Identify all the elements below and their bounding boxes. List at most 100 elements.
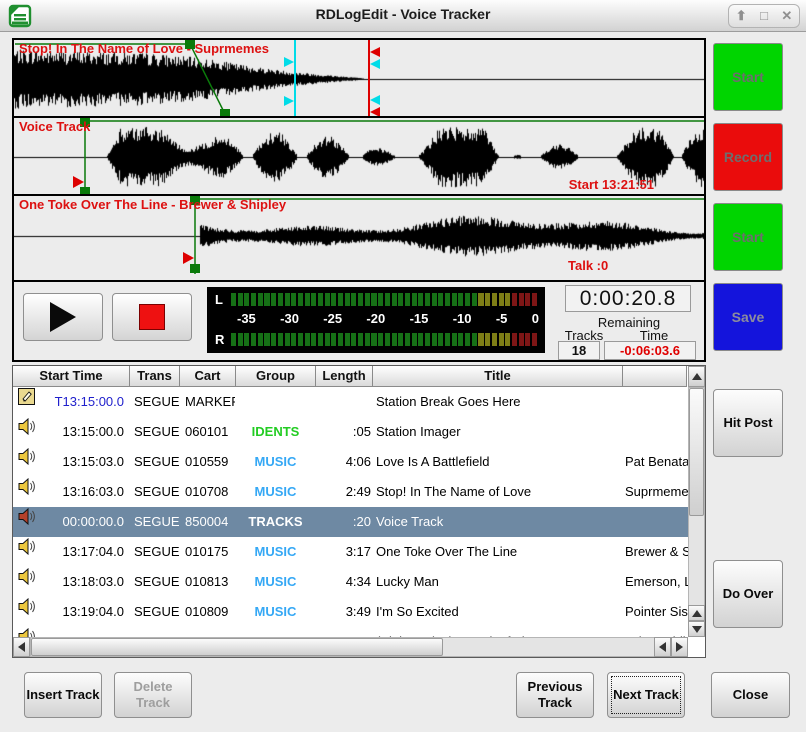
table-row[interactable]: 13:15:03.0SEGUE010559MUSIC4:06Love Is A …	[13, 447, 688, 477]
meter-segment	[485, 293, 490, 306]
cell-length	[319, 387, 371, 417]
stop-icon	[139, 304, 165, 330]
track-voice[interactable]: Voice Track Start 13:21:51	[14, 118, 704, 196]
speaker-icon	[18, 537, 42, 567]
meter-segment	[264, 333, 269, 346]
meter-right-segments	[231, 333, 537, 346]
hscroll-right-button[interactable]	[671, 637, 688, 657]
start-next-button[interactable]: Start	[713, 203, 783, 271]
meter-segment	[505, 333, 510, 346]
cell-trans: SEGUE	[134, 417, 183, 447]
cell-start-time: T13:15:00.0	[41, 387, 124, 417]
meter-segment	[432, 293, 437, 306]
hit-post-button[interactable]: Hit Post	[713, 389, 783, 457]
up-arrow-icon	[692, 610, 702, 617]
start-segue-button[interactable]: Start	[713, 43, 783, 111]
window-title: RDLogEdit - Voice Tracker	[0, 6, 806, 22]
end-marker-icon[interactable]	[370, 47, 380, 57]
hscroll-left-button[interactable]	[13, 637, 30, 657]
col-header-title[interactable]: Title	[373, 366, 623, 387]
col-header-length[interactable]: Length	[316, 366, 373, 387]
track-incoming-song[interactable]: One Toke Over The Line - Brewer & Shiple…	[14, 196, 704, 276]
col-header-group[interactable]: Group	[236, 366, 316, 387]
col-header-stub	[623, 366, 687, 387]
hscroll-left2-button[interactable]	[654, 637, 671, 657]
meter-segment	[271, 293, 276, 306]
col-header-cart[interactable]: Cart	[180, 366, 236, 387]
maximize-window-icon[interactable]: □	[760, 5, 768, 27]
play-button[interactable]	[23, 293, 103, 341]
shade-window-icon[interactable]: ⬆	[736, 5, 747, 27]
col-header-start-time[interactable]: Start Time	[13, 366, 130, 387]
cell-artist: Emerson, Lake & Palmer	[625, 567, 688, 597]
table-row[interactable]: 13:16:03.0SEGUE010708MUSIC2:49Stop! In T…	[13, 477, 688, 507]
close-button[interactable]: Close	[711, 672, 790, 718]
cell-cart: 010813	[185, 567, 235, 597]
meter-segment	[264, 293, 269, 306]
meter-segment	[405, 293, 410, 306]
meter-segment	[331, 293, 336, 306]
cell-group: MUSIC	[236, 597, 315, 627]
cell-title: (Sittin' On) The Dock of The Bay	[376, 627, 622, 637]
fade-handle[interactable]	[80, 187, 90, 196]
meter-scale-tick: -10	[453, 311, 472, 327]
record-button[interactable]: Record	[713, 123, 783, 191]
meter-segment	[492, 333, 497, 346]
meter-segment	[425, 293, 430, 306]
meter-scale-tick: -20	[366, 311, 385, 327]
segue-marker-icon[interactable]	[284, 96, 294, 106]
meter-segment	[438, 293, 443, 306]
speaker-icon	[18, 627, 42, 637]
previous-track-button[interactable]: Previous Track	[516, 672, 594, 718]
fade-handle[interactable]	[190, 264, 200, 273]
close-window-icon[interactable]: ✕	[781, 5, 792, 27]
meter-segment	[532, 293, 537, 306]
hscroll-slider[interactable]	[31, 638, 443, 656]
meter-segment	[305, 333, 310, 346]
vscroll-up-button[interactable]	[688, 366, 705, 387]
waveform-panel: Stop! In The Name of Love - Suprmemes Vo…	[12, 38, 706, 282]
vscroll-down-button[interactable]	[688, 621, 705, 637]
table-row[interactable]: 13:18:03.0SEGUE010813MUSIC4:34Lucky ManE…	[13, 567, 688, 597]
cell-title: Station Imager	[376, 417, 622, 447]
track-outgoing-song[interactable]: Stop! In The Name of Love - Suprmemes	[14, 40, 704, 118]
segue-marker-icon[interactable]	[284, 57, 294, 67]
meter-left-label: L	[215, 292, 223, 307]
cell-trans: SEGUE	[134, 447, 183, 477]
remaining-time-value: -0:06:03.6	[604, 341, 696, 360]
table-row[interactable]: 13:15:00.0SEGUE060101IDENTS:05Station Im…	[13, 417, 688, 447]
do-over-button[interactable]: Do Over	[713, 560, 783, 628]
table-row[interactable]: 00:00:00.0SEGUE850004TRACKS:20Voice Trac…	[13, 507, 688, 537]
vscroll-slider[interactable]	[689, 388, 704, 516]
meter-segment	[405, 333, 410, 346]
segue-end-marker-icon[interactable]	[370, 95, 380, 105]
vscroll-up2-button[interactable]	[688, 605, 705, 621]
meter-segment	[492, 293, 497, 306]
cell-group: MUSIC	[236, 447, 315, 477]
meter-segment	[285, 333, 290, 346]
table-row[interactable]: 13:17:04.0SEGUE010175MUSIC3:17One Toke O…	[13, 537, 688, 567]
table-row[interactable]: T13:15:00.0SEGUEMARKERStation Break Goes…	[13, 387, 688, 417]
segue-end-marker-icon[interactable]	[370, 59, 380, 69]
start-marker-icon[interactable]	[73, 176, 84, 188]
insert-track-button[interactable]: Insert Track	[24, 672, 102, 718]
next-track-button[interactable]: Next Track	[607, 672, 685, 718]
col-header-trans[interactable]: Trans	[130, 366, 180, 387]
end-marker-icon[interactable]	[370, 107, 380, 117]
cell-length: 3:17	[319, 537, 371, 567]
save-button[interactable]: Save	[713, 283, 783, 351]
meter-segment	[458, 293, 463, 306]
delete-track-button[interactable]: Delete Track	[114, 672, 192, 718]
fade-handle[interactable]	[220, 109, 230, 118]
table-row[interactable]: 13:20:04.0SEGUE010705MUSIC3:36(Sittin' O…	[13, 627, 688, 637]
start-marker-icon[interactable]	[183, 252, 194, 264]
cell-start-time: 13:18:03.0	[41, 567, 124, 597]
cell-artist: Otis Redding	[625, 627, 688, 637]
cell-trans: SEGUE	[134, 627, 183, 637]
voice-tracker-window: RDLogEdit - Voice Tracker ⬆ □ ✕	[0, 0, 806, 732]
meter-segment	[425, 333, 430, 346]
meter-segment	[378, 293, 383, 306]
table-row[interactable]: 13:19:04.0SEGUE010809MUSIC3:49I'm So Exc…	[13, 597, 688, 627]
stop-button[interactable]	[112, 293, 192, 341]
meter-segment	[231, 293, 236, 306]
